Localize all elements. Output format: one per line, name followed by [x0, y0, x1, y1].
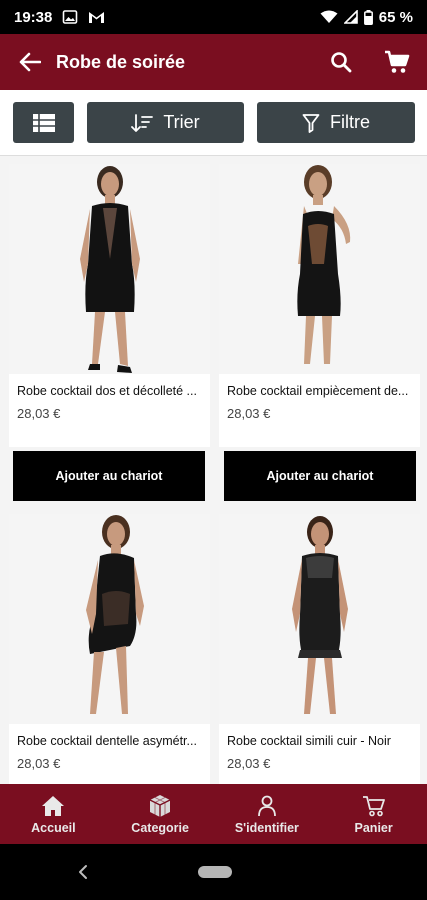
product-card[interactable]: Robe cocktail dos et décolleté ... 28,03…: [9, 164, 210, 447]
product-price: 28,03 €: [227, 756, 271, 771]
filter-icon: [302, 113, 320, 133]
product-image[interactable]: [9, 514, 210, 724]
product-name[interactable]: Robe cocktail dentelle asymétr...: [9, 734, 210, 748]
cart-icon: [362, 795, 385, 816]
product-name[interactable]: Robe cocktail simili cuir - Noir: [219, 734, 420, 748]
product-name[interactable]: Robe cocktail dos et décolleté ...: [9, 384, 210, 398]
product-image[interactable]: [219, 514, 420, 724]
arrow-left-icon: [19, 52, 41, 72]
back-button[interactable]: [16, 48, 44, 76]
filter-toolbar: Trier Filtre: [0, 90, 427, 156]
add-to-cart-button[interactable]: Ajouter au chariot: [13, 451, 205, 501]
filter-label: Filtre: [330, 112, 370, 132]
status-bar: 19:38 65 %: [0, 0, 427, 34]
photo-icon: [62, 9, 78, 25]
cart-icon: [385, 50, 410, 73]
filter-button[interactable]: Filtre: [257, 102, 415, 143]
cube-icon: [149, 794, 171, 817]
sort-icon: [131, 113, 154, 132]
page-title: Robe de soirée: [56, 51, 186, 72]
nav-label: Categorie: [131, 820, 189, 835]
product-image[interactable]: [219, 164, 420, 374]
gmail-icon: [88, 10, 105, 24]
battery-icon: [363, 9, 373, 25]
product-price: 28,03 €: [17, 756, 61, 771]
product-image[interactable]: [9, 164, 210, 374]
wifi-icon: [320, 10, 338, 24]
list-view-icon: [32, 113, 55, 132]
nav-label: Panier: [354, 820, 393, 835]
battery-level: 65 %: [378, 8, 413, 26]
view-toggle-button[interactable]: [13, 102, 74, 143]
product-card[interactable]: Robe cocktail simili cuir - Noir 28,03 €: [219, 514, 420, 784]
add-to-cart-button[interactable]: Ajouter au chariot: [224, 451, 416, 501]
nav-item-cart[interactable]: Panier: [324, 794, 424, 835]
product-grid: Robe cocktail dos et décolleté ... 28,03…: [0, 156, 427, 784]
nav-label: Accueil: [31, 820, 76, 835]
search-icon: [331, 52, 352, 73]
cart-button[interactable]: [383, 48, 411, 76]
sort-label: Trier: [163, 112, 200, 132]
search-button[interactable]: [327, 48, 355, 76]
sort-button[interactable]: Trier: [87, 102, 244, 143]
chevron-left-icon: [79, 865, 87, 879]
system-home-button[interactable]: [198, 866, 232, 878]
system-back-button[interactable]: [72, 860, 94, 884]
user-icon: [257, 795, 276, 816]
nav-item-home[interactable]: Accueil: [3, 794, 103, 835]
home-icon: [42, 795, 65, 816]
status-time: 19:38: [14, 8, 53, 26]
app-bar: Robe de soirée: [0, 34, 427, 90]
product-price: 28,03 €: [227, 406, 271, 421]
nav-item-login[interactable]: S'identifier: [217, 794, 317, 835]
product-price: 28,03 €: [17, 406, 61, 421]
nav-item-category[interactable]: Categorie: [110, 794, 210, 835]
signal-icon: [343, 10, 358, 24]
product-name[interactable]: Robe cocktail empiècement de...: [219, 384, 420, 398]
product-card[interactable]: Robe cocktail empiècement de... 28,03 €: [219, 164, 420, 447]
system-navigation-bar: [0, 844, 427, 900]
bottom-navigation: Accueil Categorie S'identifier Panier: [0, 784, 427, 844]
nav-label: S'identifier: [234, 820, 299, 835]
product-card[interactable]: Robe cocktail dentelle asymétr... 28,03 …: [9, 514, 210, 784]
